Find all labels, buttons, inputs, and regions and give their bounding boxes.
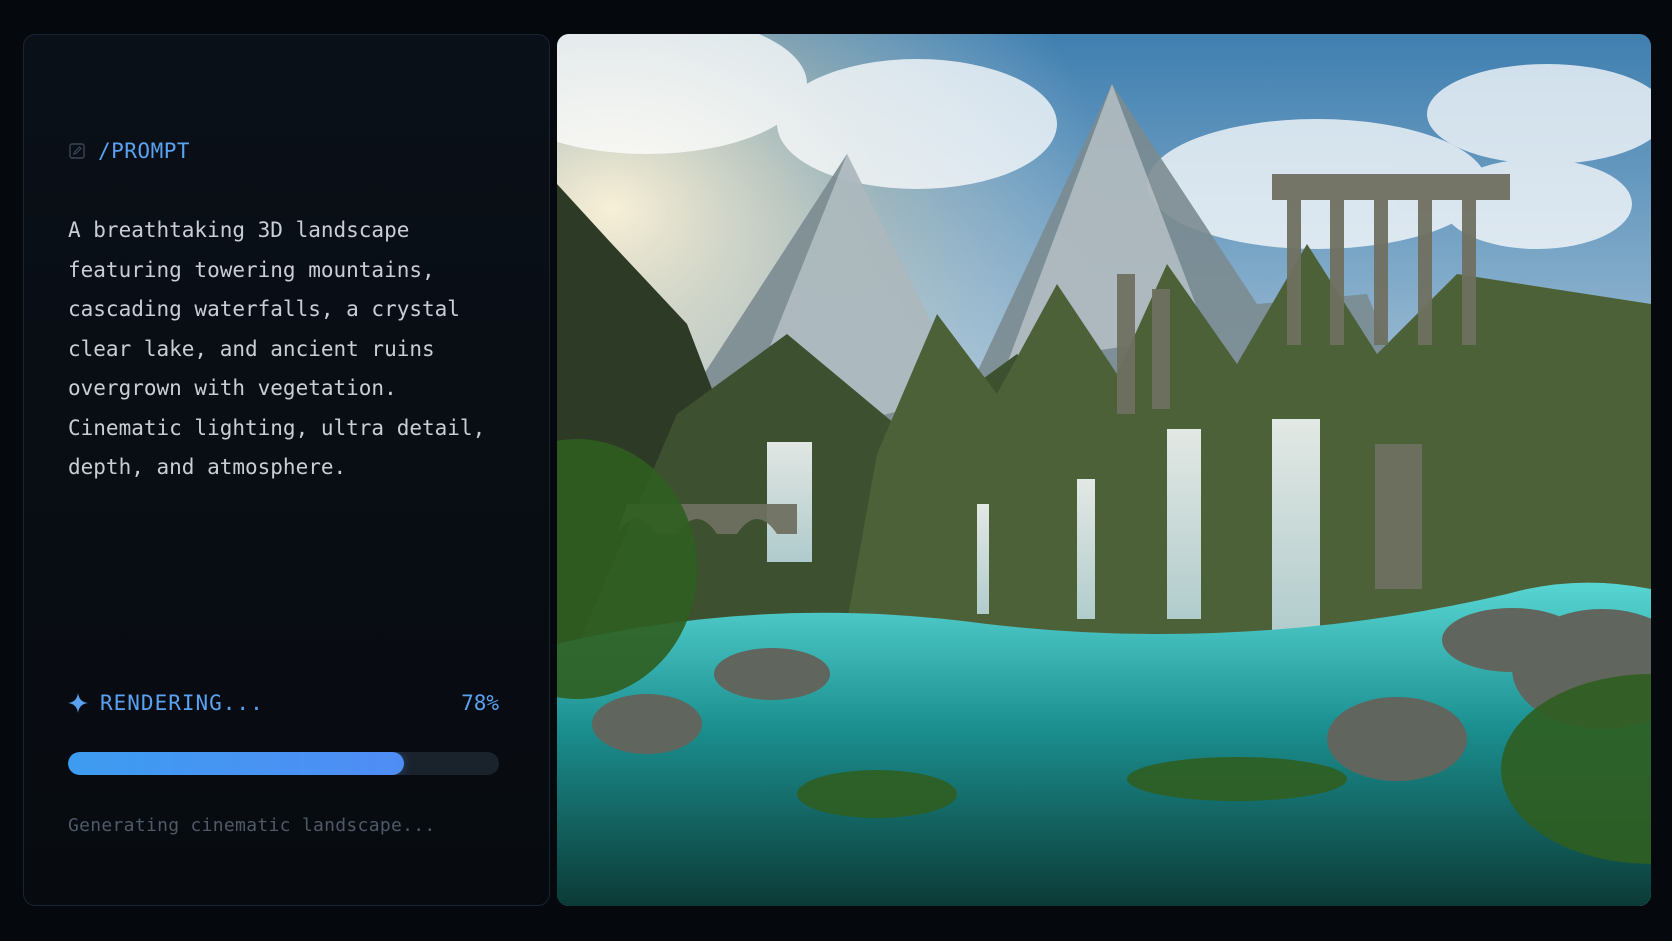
progress-bar <box>68 752 499 775</box>
landscape-illustration <box>557 34 1651 906</box>
prompt-panel: /PROMPT A breathtaking 3D landscape feat… <box>23 34 550 906</box>
rendered-image <box>557 34 1651 906</box>
prompt-text: A breathtaking 3D landscape featuring to… <box>68 218 486 479</box>
status-label-group: RENDERING... <box>68 691 264 715</box>
edit-icon <box>69 143 85 159</box>
status-label: RENDERING... <box>100 691 264 715</box>
status-subtext: Generating cinematic landscape... <box>68 815 436 836</box>
prompt-header: /PROMPT <box>68 139 190 163</box>
prompt-label: /PROMPT <box>98 139 191 163</box>
sparkle-icon <box>68 693 88 713</box>
app-stage: /PROMPT A breathtaking 3D landscape feat… <box>0 0 1672 941</box>
progress-percent: 78% <box>461 691 499 715</box>
render-status: RENDERING... 78% <box>68 691 499 715</box>
progress-fill <box>68 752 405 775</box>
